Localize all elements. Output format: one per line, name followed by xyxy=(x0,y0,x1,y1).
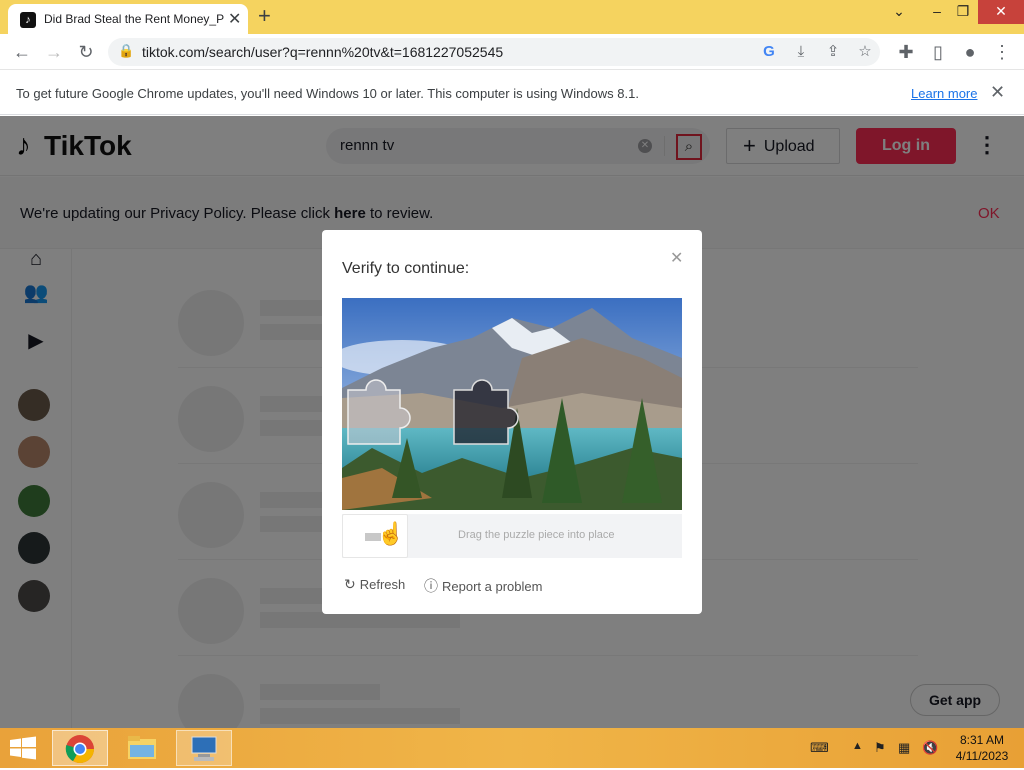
hand-cursor-icon: ☝ xyxy=(377,521,405,546)
remote-desktop-icon[interactable] xyxy=(176,730,232,766)
chrome-taskbar-icon[interactable] xyxy=(52,730,108,766)
back-arrow-icon[interactable]: ← xyxy=(10,40,34,64)
browser-tab-strip: ♪ Did Brad Steal the Rent Money_P ✕ + ⌄ … xyxy=(0,0,1024,34)
slider-handle[interactable]: ☝ xyxy=(342,514,408,558)
refresh-icon: ↻ xyxy=(344,576,356,592)
show-hidden-icons-icon[interactable]: ▲ xyxy=(852,740,863,752)
learn-more-link[interactable]: Learn more xyxy=(911,86,977,101)
tiktok-icon: ♪ xyxy=(20,12,36,28)
share-icon[interactable]: ⇪ xyxy=(822,41,844,63)
side-panel-icon[interactable]: ▯ xyxy=(926,40,950,64)
action-center-flag-icon[interactable]: ⚑ xyxy=(874,740,886,756)
url-text[interactable]: tiktok.com/search/user?q=rennn%20tv&t=16… xyxy=(142,44,503,60)
reload-icon[interactable]: ↻ xyxy=(74,40,98,64)
tab-close-icon[interactable]: ✕ xyxy=(228,9,241,29)
profile-avatar-icon[interactable]: ● xyxy=(958,40,982,64)
chrome-menu-icon[interactable]: ⋮ xyxy=(990,40,1014,64)
windows-start-icon[interactable] xyxy=(8,736,38,760)
file-explorer-icon[interactable] xyxy=(114,730,170,766)
install-icon[interactable]: ⤓ xyxy=(790,41,812,63)
tab-title: Did Brad Steal the Rent Money_P xyxy=(44,12,225,26)
google-icon[interactable]: G xyxy=(758,41,780,63)
volume-muted-icon[interactable]: 🔇 xyxy=(922,740,938,756)
extensions-puzzle-icon[interactable]: ✚ xyxy=(894,40,918,64)
captcha-puzzle-image xyxy=(342,298,682,510)
bookmark-star-icon[interactable]: ☆ xyxy=(854,41,876,63)
browser-tab[interactable]: ♪ Did Brad Steal the Rent Money_P ✕ xyxy=(8,4,248,34)
clock-time: 8:31 AM xyxy=(959,733,1005,747)
captcha-slider-track[interactable]: ☝ Drag the puzzle piece into place xyxy=(342,514,682,558)
keyboard-icon[interactable]: ⌨ xyxy=(810,740,829,756)
update-infobar: To get future Google Chrome updates, you… xyxy=(0,71,1024,115)
new-tab-button[interactable]: + xyxy=(258,3,271,29)
window-close-button[interactable]: ✕ xyxy=(978,0,1024,24)
close-icon[interactable]: ✕ xyxy=(670,248,683,268)
address-bar[interactable]: 🔒 tiktok.com/search/user?q=rennn%20tv&t=… xyxy=(108,38,880,66)
captcha-dialog: Verify to continue: ✕ ☝ Drag the puzzle … xyxy=(322,230,702,614)
restore-button[interactable]: ❐ xyxy=(946,0,980,24)
clock-date: 4/11/2023 xyxy=(955,749,1009,763)
lock-icon[interactable]: 🔒 xyxy=(118,43,134,59)
refresh-button[interactable]: ↻ Refresh xyxy=(344,576,405,593)
browser-toolbar: ← → ↻ 🔒 tiktok.com/search/user?q=rennn%2… xyxy=(0,34,1024,70)
captcha-title: Verify to continue: xyxy=(342,260,470,277)
report-problem-button[interactable]: ⓘ Report a problem xyxy=(424,576,542,596)
windows-taskbar: ⌨ ▲ ⚑ ▦ 🔇 8:31 AM 4/11/2023 xyxy=(0,728,1024,768)
info-icon: ⓘ xyxy=(424,578,438,594)
tab-search-icon[interactable]: ⌄ xyxy=(882,0,916,24)
infobar-close-icon[interactable]: ✕ xyxy=(990,82,1005,103)
forward-arrow-icon[interactable]: → xyxy=(42,40,66,64)
network-icon[interactable]: ▦ xyxy=(898,740,910,756)
system-clock[interactable]: 8:31 AM 4/11/2023 xyxy=(950,732,1014,764)
infobar-message: To get future Google Chrome updates, you… xyxy=(16,86,639,101)
slider-hint: Drag the puzzle piece into place xyxy=(458,529,615,541)
